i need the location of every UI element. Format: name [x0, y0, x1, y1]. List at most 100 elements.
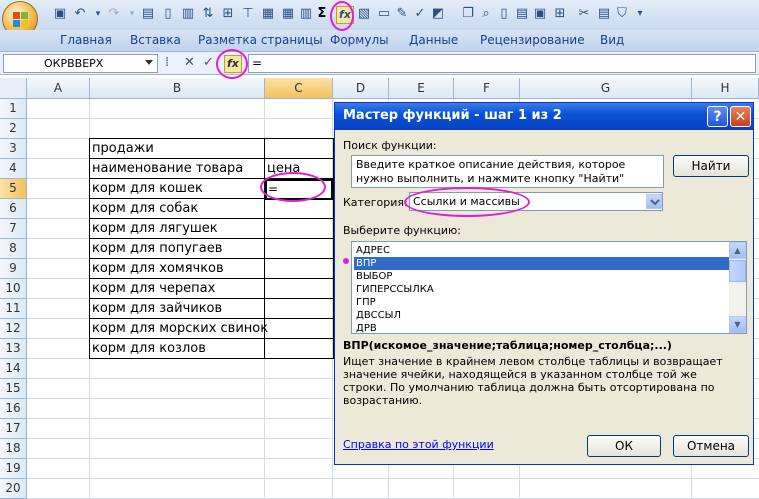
columns-icon[interactable]: ▥	[298, 6, 314, 22]
row-header-14[interactable]: 14	[0, 359, 27, 379]
cell-b4[interactable]: наименование товара	[90, 159, 243, 178]
function-list-scrollbar[interactable]: ▲ ▼	[729, 242, 746, 333]
sort-icon[interactable]: ⇅	[200, 6, 216, 22]
row-header-8[interactable]: 8	[0, 239, 27, 259]
customize-toolbar-icon[interactable]: ▾	[632, 6, 648, 22]
row-header-6[interactable]: 6	[0, 199, 27, 219]
row-header-3[interactable]: 3	[0, 139, 27, 159]
close-button[interactable]: ✕	[730, 106, 751, 127]
format-painter-icon[interactable]: ⛉	[614, 6, 630, 22]
function-item-1[interactable]: ВПР	[354, 257, 730, 270]
preview-icon[interactable]: ⌕	[478, 6, 494, 22]
formula-input[interactable]: =	[248, 54, 756, 73]
tab-view[interactable]: Вид	[600, 33, 624, 47]
column-header-e[interactable]: E	[389, 78, 454, 99]
tab-insert[interactable]: Вставка	[130, 33, 181, 47]
cell-b10[interactable]: корм для черепах	[90, 279, 215, 298]
row-header-1[interactable]: 1	[0, 99, 27, 119]
cell-b8[interactable]: корм для попугаев	[90, 239, 222, 258]
column-header-g[interactable]: G	[520, 78, 692, 99]
row-header-7[interactable]: 7	[0, 219, 27, 239]
row-header-19[interactable]: 19	[0, 459, 27, 479]
redo-icon[interactable]: ↷	[106, 6, 122, 22]
spellcheck-icon[interactable]: ✓	[412, 6, 428, 22]
tab-data[interactable]: Данные	[409, 33, 458, 47]
chart-icon[interactable]: ▧	[356, 6, 372, 22]
name-box[interactable]: ОКРВВЕРХ	[3, 54, 158, 73]
cell-b7[interactable]: корм для лягушек	[90, 219, 218, 238]
function-item-3[interactable]: ГИПЕРССЫЛКА	[354, 283, 730, 296]
fill-color-icon[interactable]: ◩	[430, 6, 446, 22]
column-header-c[interactable]: C	[265, 78, 333, 99]
column-header-f[interactable]: F	[454, 78, 520, 99]
function-list[interactable]: АДРЕС ВПР ВЫБОР ГИПЕРССЫЛКА ГПР ДВССЫЛ ДРВ ▲ ▼	[351, 241, 747, 334]
print-icon[interactable]: ▥	[180, 6, 196, 22]
search-input[interactable]: Введите краткое описание действия, котор…	[351, 155, 664, 188]
brush-icon[interactable]: ✎	[394, 6, 410, 22]
paste-icon[interactable]: ▣	[532, 6, 548, 22]
filter-icon[interactable]: ⊤	[240, 6, 256, 22]
undo-dropdown-icon[interactable]: ▾	[90, 6, 106, 22]
cut-icon[interactable]: ✂	[576, 6, 592, 22]
table-icon[interactable]: ▦	[260, 6, 276, 22]
row-header-9[interactable]: 9	[0, 259, 27, 279]
undo-icon[interactable]: ↶	[72, 6, 88, 22]
name-box-dropdown-icon[interactable]	[145, 60, 153, 65]
row-header-11[interactable]: 11	[0, 299, 27, 319]
new-file-icon[interactable]: ▯	[160, 6, 176, 22]
row-header-12[interactable]: 12	[0, 319, 27, 339]
row-header-10[interactable]: 10	[0, 279, 27, 299]
cell-b13[interactable]: корм для козлов	[90, 339, 206, 358]
autosum-icon[interactable]: Σ	[314, 6, 330, 22]
row-header-4[interactable]: 4	[0, 159, 27, 179]
dialog-title[interactable]: Мастер функций - шаг 1 из 2	[335, 103, 753, 130]
row-header-17[interactable]: 17	[0, 419, 27, 439]
grid-icon[interactable]: ▦	[280, 6, 296, 22]
borders-icon[interactable]: ⊞	[552, 6, 568, 22]
column-header-d[interactable]: D	[333, 78, 389, 99]
row-header-13[interactable]: 13	[0, 339, 27, 359]
column-header-h[interactable]: H	[692, 78, 759, 99]
ok-button[interactable]: ОК	[587, 435, 661, 457]
cell-b6[interactable]: корм для собак	[90, 199, 198, 218]
function-item-5[interactable]: ДВССЫЛ	[354, 309, 730, 322]
cancel-button[interactable]: Отмена	[673, 435, 749, 457]
function-item-4[interactable]: ГПР	[354, 296, 730, 309]
cell-b11[interactable]: корм для зайчиков	[90, 299, 222, 318]
cell-b12[interactable]: корм для морских свинок	[90, 319, 268, 338]
cell-b3[interactable]: продажи	[90, 139, 154, 158]
column-header-a[interactable]: A	[27, 78, 90, 99]
row-header-2[interactable]: 2	[0, 119, 27, 139]
open-icon[interactable]: ▤	[140, 6, 156, 22]
row-header-16[interactable]: 16	[0, 399, 27, 419]
format-icon[interactable]: ⊞	[220, 6, 236, 22]
tab-formulas[interactable]: Формулы	[330, 33, 389, 47]
function-item-6[interactable]: ДРВ	[354, 322, 730, 335]
tab-review[interactable]: Рецензирование	[480, 33, 585, 47]
row-header-18[interactable]: 18	[0, 439, 27, 459]
cell-b9[interactable]: корм для хомячков	[90, 259, 224, 278]
cell-b5[interactable]: корм для кошек	[90, 179, 203, 198]
help-button[interactable]: ?	[707, 106, 728, 127]
save-icon[interactable]: ▣	[52, 6, 68, 22]
function-help-link[interactable]: Справка по этой функции	[343, 438, 494, 451]
scroll-down-icon[interactable]: ▼	[729, 316, 746, 333]
enter-icon[interactable]: ✓	[203, 55, 214, 71]
clipboard-icon[interactable]: ▤	[596, 6, 612, 22]
scroll-up-icon[interactable]: ▲	[729, 242, 746, 259]
scroll-thumb[interactable]	[729, 260, 746, 282]
tab-home[interactable]: Главная	[60, 33, 112, 47]
column-header-b[interactable]: B	[90, 78, 265, 99]
find-button[interactable]: Найти	[673, 155, 749, 177]
tab-page-layout[interactable]: Разметка страницы	[198, 33, 323, 47]
chevron-down-icon[interactable]	[646, 194, 662, 209]
redo-dropdown-icon[interactable]: ▾	[124, 6, 140, 22]
function-item-2[interactable]: ВЫБОР	[354, 270, 730, 283]
cancel-icon[interactable]: ✕	[184, 55, 195, 71]
row-header-20[interactable]: 20	[0, 479, 27, 499]
formula-bar-options-icon[interactable]: ⁞	[165, 55, 169, 71]
function-item-0[interactable]: АДРЕС	[354, 244, 730, 257]
row-header-5[interactable]: 5	[0, 179, 27, 199]
select-all-corner[interactable]	[0, 78, 27, 99]
sheet-icon[interactable]: ▭	[376, 6, 392, 22]
